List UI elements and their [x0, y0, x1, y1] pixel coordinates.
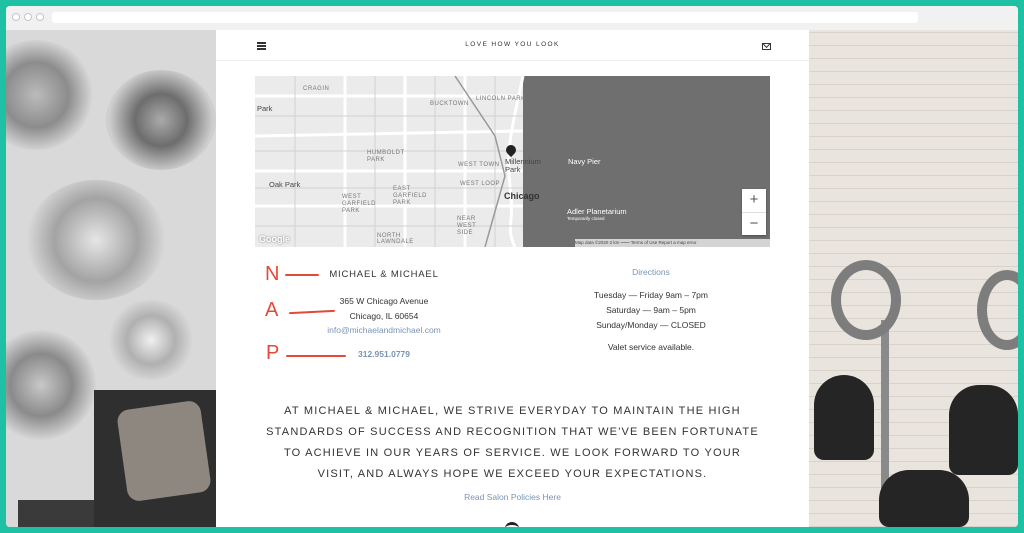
browser-chrome: [6, 6, 1018, 31]
map-label: NEAR WEST SIDE: [457, 216, 477, 236]
directions-link[interactable]: Directions: [561, 267, 741, 277]
hours-line: Sunday/Monday — CLOSED: [596, 320, 706, 330]
main-content: LOVE HOW YOU LOOK Chicago Oak Park Mille…: [216, 30, 809, 527]
map-zoom-control: + −: [742, 189, 766, 235]
google-map[interactable]: Chicago Oak Park Millennium Park Navy Pi…: [255, 76, 770, 247]
hours-line: Saturday — 9am – 5pm: [606, 305, 696, 315]
map-label: WEST TOWN: [458, 162, 500, 168]
map-label: Temporarily closed: [567, 216, 605, 221]
mission-statement: AT MICHAEL & MICHAEL, WE STRIVE EVERYDAY…: [266, 405, 759, 480]
nap-letter-p: P: [266, 342, 280, 364]
map-label: HUMBOLDT PARK: [367, 150, 405, 163]
google-logo[interactable]: Google: [259, 234, 290, 244]
map-label: LINCOLN PARK: [476, 96, 526, 102]
map-label: Chicago: [504, 191, 540, 201]
map-label: WEST GARFIELD PARK: [342, 194, 377, 214]
pillow: [116, 399, 212, 503]
address-line-1: 365 W Chicago Avenue: [339, 296, 429, 306]
page-viewport: LOVE HOW YOU LOOK Chicago Oak Park Mille…: [6, 30, 1018, 527]
salon-chair: [879, 470, 969, 527]
salon-policies-link[interactable]: Read Salon Policies Here: [216, 492, 809, 502]
window-dot[interactable]: [24, 13, 32, 21]
map-label: Oak Park: [269, 180, 301, 189]
brick-wall: [809, 30, 1018, 527]
hair-dryer-hood: [831, 260, 901, 340]
map-label: CRAGIN: [303, 86, 330, 92]
zoom-out-button[interactable]: −: [742, 213, 766, 236]
map-label: WEST LOOP: [460, 181, 501, 187]
email-link[interactable]: info@michaelandmichael.com: [304, 325, 464, 335]
map-label: Adler Planetarium: [567, 207, 627, 216]
window-dot[interactable]: [36, 13, 44, 21]
mail-icon[interactable]: [762, 43, 771, 50]
salon-chair: [814, 375, 874, 460]
address-line-2: Chicago, IL 60654: [349, 311, 419, 321]
map-label: Park: [257, 104, 273, 113]
nap-letter-n: N: [265, 263, 280, 285]
address-bar[interactable]: [52, 12, 918, 23]
business-name: MICHAEL & MICHAEL: [329, 269, 439, 280]
site-tagline[interactable]: LOVE HOW YOU LOOK: [216, 41, 809, 48]
browser-window: LOVE HOW YOU LOOK Chicago Oak Park Mille…: [6, 6, 1018, 527]
map-label: EAST GARFIELD PARK: [393, 186, 428, 206]
phone-link[interactable]: 312.951.0779: [314, 349, 454, 359]
map-label: Millennium Park: [505, 157, 541, 174]
valet-note: Valet service available.: [607, 342, 695, 352]
window-dot[interactable]: [12, 13, 20, 21]
zoom-in-button[interactable]: +: [742, 189, 766, 213]
map-label: BUCKTOWN: [430, 101, 469, 107]
hours-line: Tuesday — Friday 9am – 7pm: [593, 290, 708, 300]
footer-logo-icon: [505, 522, 519, 527]
map-label: Navy Pier: [568, 157, 601, 166]
top-nav: LOVE HOW YOU LOOK: [216, 30, 809, 61]
dryer-stand: [881, 320, 889, 490]
map-attribution[interactable]: Map data ©2020 2 km ⎯⎯⎯⎯ Terms of Use Re…: [575, 239, 770, 247]
map-label: NORTH LAWNDALE: [377, 233, 414, 245]
nap-letter-a: A: [265, 299, 279, 321]
watercolor-wallpaper: [6, 30, 216, 527]
salon-chair: [949, 385, 1018, 475]
